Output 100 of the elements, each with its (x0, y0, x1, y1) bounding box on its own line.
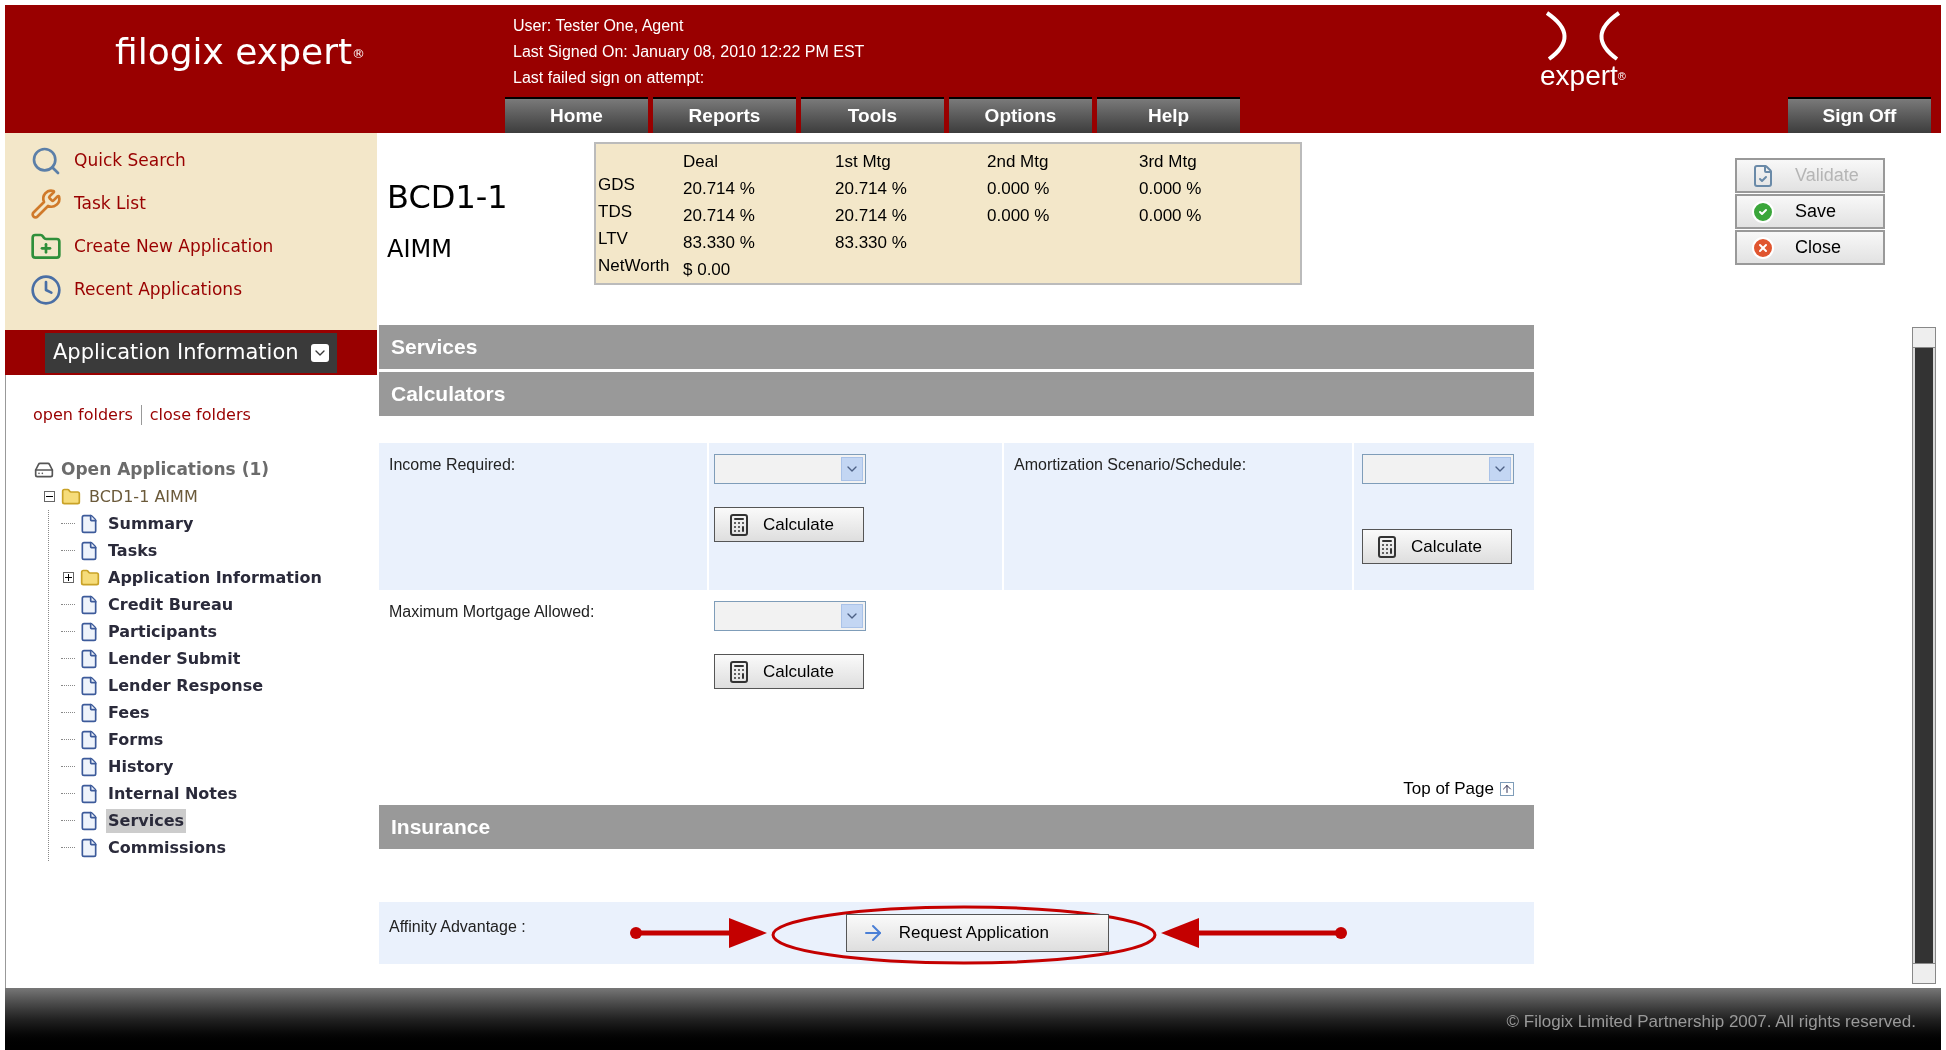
row-label: LTV (598, 228, 629, 250)
close-icon (1751, 235, 1775, 260)
row-label: TDS (598, 201, 633, 223)
ratio-value: 83.330 % (835, 232, 908, 254)
column-header: 3rd Mtg (1139, 151, 1198, 173)
section-header: Insurance (379, 805, 1534, 849)
drive-icon (33, 460, 55, 480)
clock-icon (30, 273, 62, 306)
dropdown-field[interactable] (714, 601, 866, 631)
ratio-value: 0.000 % (1139, 178, 1203, 200)
tree-item[interactable]: Participants (106, 619, 219, 644)
field-label: Income Required: (389, 456, 516, 473)
calculate-button[interactable]: Calculate (714, 507, 864, 542)
tree-item[interactable]: Fees (106, 700, 152, 725)
scrollbar[interactable] (1912, 327, 1936, 984)
arrow-up-icon (1500, 782, 1514, 796)
column-header: 2nd Mtg (987, 151, 1050, 173)
page-icon (79, 540, 99, 561)
tree-item[interactable]: Commissions (106, 835, 228, 860)
quick-link[interactable]: Recent Applications (74, 276, 242, 303)
calculator-icon (727, 512, 751, 537)
dropdown-field[interactable] (1362, 454, 1514, 484)
copyright-text: © Filogix Limited Partnership 2007. All rights reserved. (1506, 1010, 1916, 1033)
request-application-button[interactable]: Request Application (845, 914, 1109, 952)
ratio-value: 0.000 % (1139, 205, 1203, 227)
sign-off-button[interactable]: Sign Off (1788, 97, 1931, 133)
wrench-icon (30, 187, 62, 220)
panel-title[interactable]: Application Information (45, 332, 337, 373)
page-icon (79, 756, 99, 777)
tree-item[interactable]: History (106, 754, 176, 779)
section-header: Services (379, 325, 1534, 369)
logo: filogix expert$^{®}$ (115, 30, 366, 74)
nav-tab[interactable]: Options (949, 97, 1092, 133)
nav-tab[interactable]: Help (1097, 97, 1240, 133)
nav-tab[interactable]: Home (505, 97, 648, 133)
calculator-icon (727, 659, 751, 684)
page-icon (79, 837, 99, 858)
nav-tab[interactable]: Reports (653, 97, 796, 133)
ratio-value: $ 0.00 (683, 259, 732, 281)
dropdown-field[interactable] (714, 454, 866, 484)
nav-tab[interactable]: Tools (801, 97, 944, 133)
folder-icon (79, 567, 101, 588)
page-icon (79, 513, 99, 534)
row-label: NetWorth (598, 255, 671, 277)
tree-item[interactable]: Services (106, 808, 187, 833)
dropdown-icon (311, 343, 329, 362)
last-signed-text: Last Signed On: January 08, 2010 12:22 PM EST (513, 42, 866, 62)
brand-logo: expert$^{®}$ (1540, 11, 1626, 91)
calculate-button[interactable]: Calculate (714, 654, 864, 689)
section-header: Calculators (379, 372, 1534, 416)
deal-id: BCD1-1 (387, 177, 509, 218)
page-icon (79, 621, 99, 642)
ratio-value: 83.330 % (683, 232, 756, 254)
action-button[interactable]: Close (1735, 230, 1885, 265)
field-label: Amortization Scenario/Schedule: (1014, 456, 1247, 473)
top-of-page-link[interactable]: Top of Page (1403, 776, 1494, 802)
ratio-value: 20.714 % (683, 205, 756, 227)
page-icon (79, 675, 99, 696)
quick-link[interactable]: Quick Search (74, 147, 186, 174)
ratio-value: 20.714 % (835, 205, 908, 227)
last-failed-text: Last failed sign on attempt: (513, 68, 706, 88)
field-label: Maximum Mortgage Allowed: (389, 603, 595, 620)
calculator-icon (1375, 534, 1399, 559)
page-icon (79, 810, 99, 831)
page-icon (79, 594, 99, 615)
document-check-icon (1751, 163, 1775, 188)
page-icon (79, 702, 99, 723)
expand-icon[interactable] (62, 572, 74, 583)
field-label: Affinity Advantage : (389, 917, 526, 937)
tree-root[interactable]: Open Applications (1) (61, 457, 269, 483)
page-icon (79, 783, 99, 804)
tree-item[interactable]: Lender Response (106, 673, 266, 698)
quick-link[interactable]: Task List (74, 190, 146, 217)
check-icon (1751, 199, 1775, 224)
tree-item[interactable]: Lender Submit (106, 646, 243, 671)
tree-item[interactable]: Forms (106, 727, 166, 752)
tree-item[interactable]: Credit Bureau (106, 592, 236, 617)
tree-item[interactable]: Summary (106, 511, 196, 536)
collapse-icon[interactable] (43, 491, 55, 502)
page-icon (79, 648, 99, 669)
row-label: GDS (598, 174, 636, 196)
quick-link[interactable]: Create New Application (74, 233, 274, 260)
ratio-value: 20.714 % (683, 178, 756, 200)
column-header: 1st Mtg (835, 151, 892, 173)
column-header: Deal (683, 151, 719, 173)
tree-item[interactable]: Application Information (106, 565, 324, 590)
action-button[interactable]: Save (1735, 194, 1885, 229)
calculate-button[interactable]: Calculate (1362, 529, 1512, 564)
tree-item[interactable]: Internal Notes (106, 781, 240, 806)
deal-name: AIMM (387, 234, 453, 265)
folder-icon (60, 486, 82, 507)
ratio-value: 20.714 % (835, 178, 908, 200)
tree-item[interactable]: BCD1-1 AIMM (87, 484, 200, 509)
close-folders-link[interactable]: close folders (149, 403, 251, 427)
ratio-value: 0.000 % (987, 178, 1051, 200)
ratio-value: 0.000 % (987, 205, 1051, 227)
user-info: User: Tester One, Agent (513, 16, 685, 36)
tree-item[interactable]: Tasks (106, 538, 160, 563)
page-icon (79, 729, 99, 750)
open-folders-link[interactable]: open folders (33, 403, 133, 427)
